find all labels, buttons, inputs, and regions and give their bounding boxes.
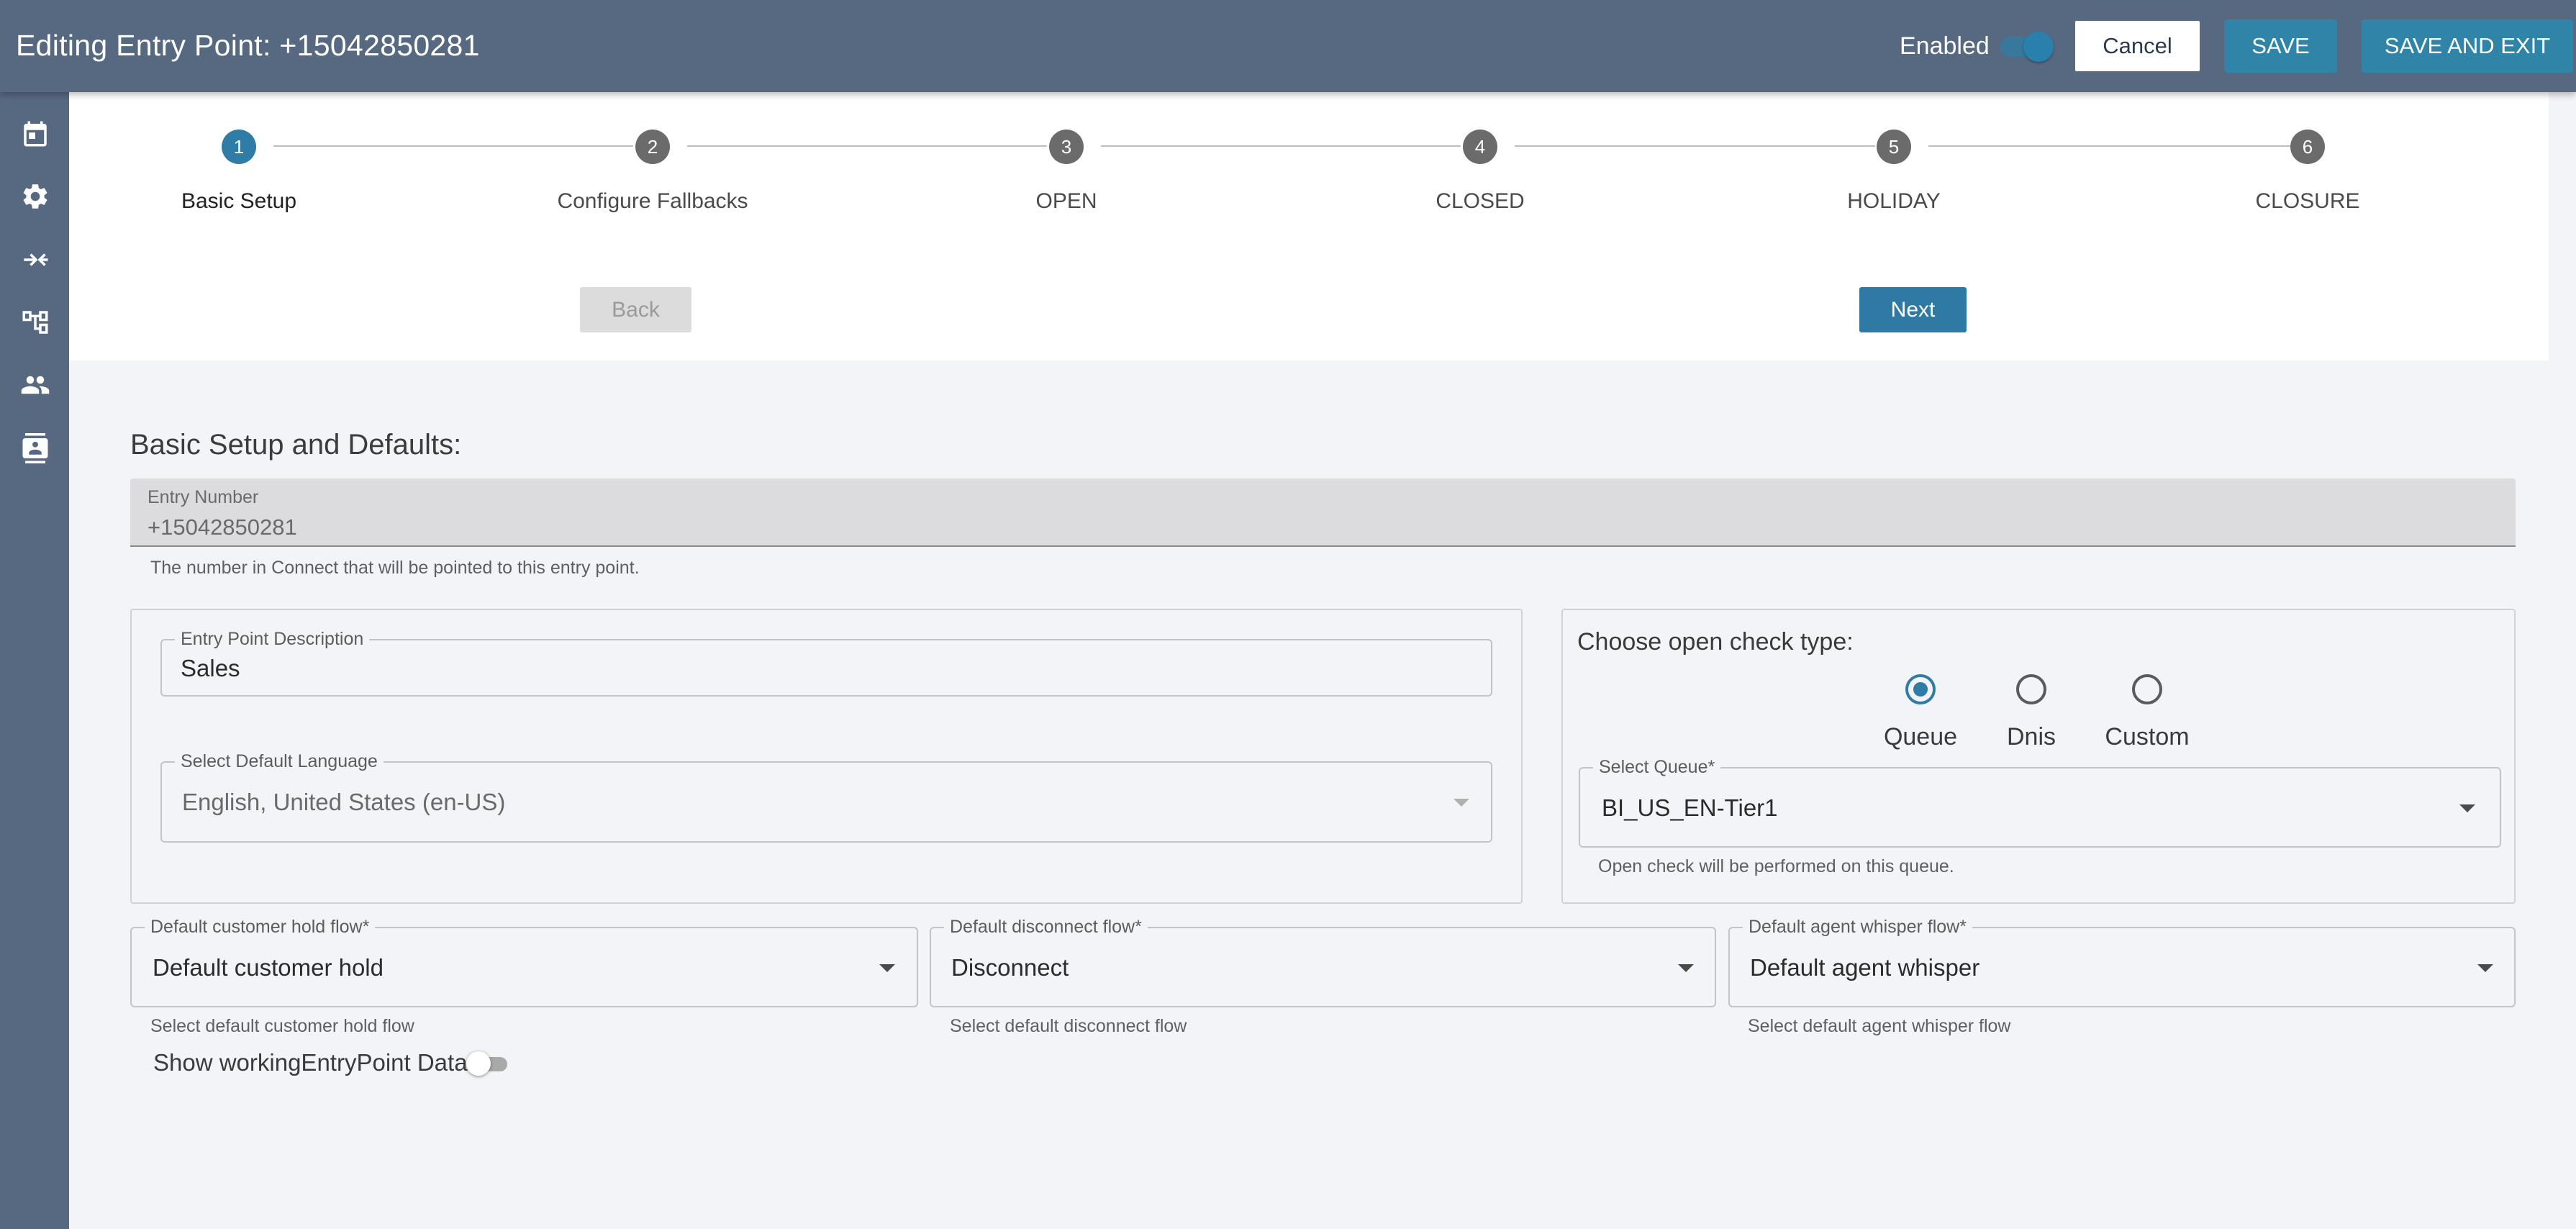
custom-radio-label[interactable]: Custom	[2075, 723, 2219, 751]
sidebar	[0, 92, 69, 1229]
entry-number-value: +15042850281	[148, 514, 297, 540]
tree-structure-icon[interactable]	[20, 307, 50, 337]
save-button[interactable]: SAVE	[2224, 19, 2337, 73]
step-connector	[273, 145, 633, 147]
step-1-indicator[interactable]: 1	[222, 130, 256, 164]
customer-hold-flow-helper: Select default customer hold flow	[150, 1016, 414, 1036]
step-6-label[interactable]: CLOSURE	[2164, 189, 2452, 214]
step-connector	[687, 145, 1047, 147]
step-5-label[interactable]: HOLIDAY	[1750, 189, 2038, 214]
calendar-icon[interactable]	[20, 119, 50, 149]
section-title: Basic Setup and Defaults:	[130, 429, 462, 461]
entry-number-label: Entry Number	[148, 487, 259, 507]
page-title: Editing Entry Point: +15042850281	[16, 29, 480, 62]
disconnect-flow-select[interactable]: Default disconnect flow* Disconnect	[930, 917, 1716, 1007]
cancel-button[interactable]: Cancel	[2074, 19, 2201, 73]
step-6-indicator[interactable]: 6	[2290, 130, 2325, 164]
step-4-indicator[interactable]: 4	[1463, 130, 1497, 164]
disconnect-flow-value[interactable]: Disconnect	[951, 954, 1069, 981]
back-button[interactable]: Back	[580, 287, 691, 332]
entry-point-description-label: Entry Point Description	[175, 629, 370, 650]
contact-card-icon[interactable]	[20, 433, 50, 463]
default-language-label: Select Default Language	[175, 751, 384, 772]
disconnect-flow-helper: Select default disconnect flow	[950, 1016, 1187, 1036]
select-queue-label: Select Queue*	[1593, 757, 1721, 778]
step-connector	[1101, 145, 1461, 147]
chevron-down-icon[interactable]	[2459, 804, 2475, 812]
enabled-toggle[interactable]	[2023, 32, 2054, 62]
step-connector	[1515, 145, 1875, 147]
step-1-label[interactable]: Basic Setup	[95, 189, 383, 214]
gear-icon[interactable]	[20, 181, 50, 212]
chevron-down-icon[interactable]	[1453, 799, 1469, 807]
customer-hold-flow-label: Default customer hold flow*	[145, 917, 376, 938]
customer-hold-flow-select[interactable]: Default customer hold flow* Default cust…	[130, 917, 918, 1007]
default-language-value[interactable]: English, United States (en-US)	[182, 789, 505, 816]
agent-whisper-flow-value[interactable]: Default agent whisper	[1750, 954, 1979, 981]
show-working-data-toggle[interactable]	[466, 1051, 491, 1076]
chevron-down-icon[interactable]	[879, 964, 895, 972]
entry-number-helper: The number in Connect that will be point…	[150, 558, 640, 578]
customer-hold-flow-value[interactable]: Default customer hold	[153, 954, 384, 981]
agent-whisper-flow-select[interactable]: Default agent whisper flow* Default agen…	[1728, 917, 2516, 1007]
step-3-indicator[interactable]: 3	[1049, 130, 1084, 164]
select-queue-value[interactable]: BI_US_EN-Tier1	[1602, 794, 1778, 822]
chevron-down-icon[interactable]	[1678, 964, 1694, 972]
step-2-label[interactable]: Configure Fallbacks	[509, 189, 797, 214]
next-button[interactable]: Next	[1859, 287, 1967, 332]
entry-number-field: Entry Number +15042850281	[130, 479, 2516, 547]
agent-whisper-flow-helper: Select default agent whisper flow	[1748, 1016, 2011, 1036]
step-3-label[interactable]: OPEN	[922, 189, 1210, 214]
save-and-exit-button[interactable]: SAVE AND EXIT	[2362, 19, 2573, 73]
people-icon[interactable]	[20, 370, 50, 400]
queue-radio[interactable]	[1905, 674, 1936, 704]
select-queue-helper: Open check will be performed on this que…	[1598, 856, 1954, 876]
step-4-label[interactable]: CLOSED	[1336, 189, 1624, 214]
step-5-indicator[interactable]: 5	[1877, 130, 1911, 164]
select-queue-field[interactable]: Select Queue* BI_US_EN-Tier1	[1579, 757, 2501, 848]
agent-whisper-flow-label: Default agent whisper flow*	[1743, 917, 1972, 938]
dnis-radio[interactable]	[2016, 674, 2046, 704]
custom-radio[interactable]	[2132, 674, 2162, 704]
chevron-down-icon[interactable]	[2477, 964, 2493, 972]
default-language-select[interactable]: Select Default Language English, United …	[160, 751, 1492, 843]
show-working-data-label: Show workingEntryPoint Data	[153, 1049, 468, 1076]
step-connector	[1928, 145, 2290, 147]
disconnect-flow-label: Default disconnect flow*	[944, 917, 1148, 938]
enabled-label: Enabled	[1900, 32, 1990, 60]
entry-point-description-field[interactable]: Entry Point Description Sales	[160, 629, 1492, 697]
top-bar: Editing Entry Point: +15042850281 Enable…	[0, 0, 2576, 92]
stepper-panel	[69, 92, 2549, 360]
open-check-title: Choose open check type:	[1577, 628, 1854, 656]
step-2-indicator[interactable]: 2	[635, 130, 670, 164]
merge-arrows-icon[interactable]	[20, 245, 50, 275]
entry-point-description-value[interactable]: Sales	[181, 655, 240, 682]
